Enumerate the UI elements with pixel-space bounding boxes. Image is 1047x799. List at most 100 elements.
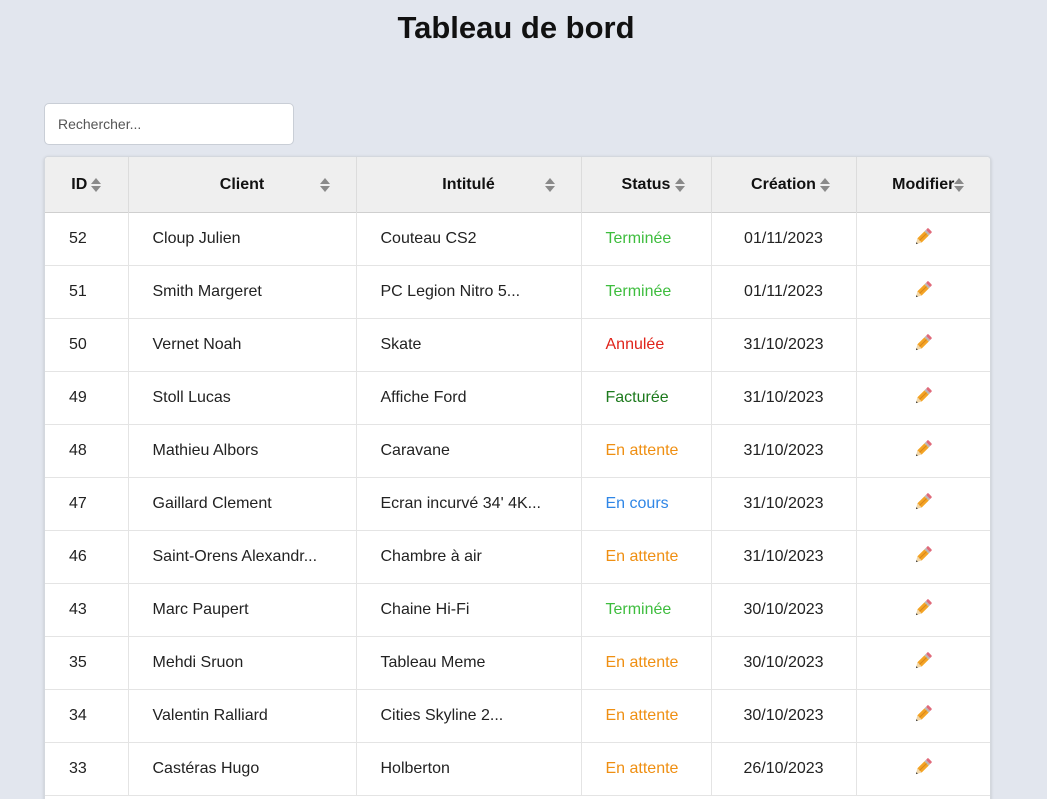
column-header-id[interactable]: ID	[45, 157, 129, 213]
sort-icon[interactable]	[954, 177, 964, 192]
column-header-status[interactable]: Status	[581, 157, 712, 213]
table-row[interactable]: 52 Cloup Julien Couteau CS2 Terminée 01/11/2…	[45, 212, 990, 266]
cell-client: Castéras Hugo	[128, 742, 357, 796]
table-body: 52 Cloup Julien Couteau CS2 Terminée 01/11/2…	[45, 212, 990, 796]
column-header-label: ID	[71, 175, 88, 193]
cell-creation: 30/10/2023	[711, 636, 857, 690]
table-row[interactable]: 43 Marc Paupert Chaine Hi-Fi Terminée 30/10/…	[45, 583, 990, 637]
cell-client: Mehdi Sruon	[128, 636, 357, 690]
table-row[interactable]: 51 Smith Margeret PC Legion Nitro 5... Term…	[45, 265, 990, 319]
cell-intitule: Affiche Ford	[356, 371, 582, 425]
cell-client: Cloup Julien	[128, 212, 357, 266]
table-row[interactable]: 46 Saint-Orens Alexandr... Chambre à air En…	[45, 530, 990, 584]
cell-creation: 31/10/2023	[711, 424, 857, 478]
cell-creation: 30/10/2023	[711, 583, 857, 637]
cell-status: En attente	[581, 636, 712, 690]
pencil-icon[interactable]	[912, 491, 934, 518]
column-header-label: Status	[621, 175, 671, 193]
column-header-client[interactable]: Client	[128, 157, 357, 213]
cell-creation: 31/10/2023	[711, 371, 857, 425]
cell-intitule: Couteau CS2	[356, 212, 582, 266]
cell-modifier	[856, 425, 990, 478]
cell-id: 51	[45, 265, 129, 319]
pencil-icon[interactable]	[912, 226, 934, 253]
dashboard-page: Tableau de bord ID	[0, 0, 1047, 799]
cell-status: En attente	[581, 689, 712, 743]
cell-id: 47	[45, 477, 129, 531]
pencil-icon[interactable]	[912, 703, 934, 730]
cell-client: Gaillard Clement	[128, 477, 357, 531]
cell-creation: 26/10/2023	[711, 742, 857, 796]
cell-id: 49	[45, 371, 129, 425]
pencil-icon[interactable]	[912, 279, 934, 306]
pencil-icon[interactable]	[912, 650, 934, 677]
cell-status: En attente	[581, 742, 712, 796]
cell-client: Marc Paupert	[128, 583, 357, 637]
cell-modifier	[856, 478, 990, 531]
pencil-icon[interactable]	[912, 385, 934, 412]
cell-id: 50	[45, 318, 129, 372]
table-row[interactable]: 50 Vernet Noah Skate Annulée 31/10/2023	[45, 318, 990, 372]
cell-id: 43	[45, 583, 129, 637]
pencil-icon[interactable]	[912, 332, 934, 359]
sort-icon[interactable]	[674, 177, 685, 192]
cell-client: Saint-Orens Alexandr...	[128, 530, 357, 584]
cell-intitule: Chaine Hi-Fi	[356, 583, 582, 637]
cell-id: 34	[45, 689, 129, 743]
cell-intitule: Chambre à air	[356, 530, 582, 584]
cell-creation: 01/11/2023	[711, 265, 857, 319]
cell-intitule: Tableau Meme	[356, 636, 582, 690]
table-row[interactable]: 34 Valentin Ralliard Cities Skyline 2... En…	[45, 689, 990, 743]
cell-intitule: Caravane	[356, 424, 582, 478]
cell-intitule: Holberton	[356, 742, 582, 796]
sort-icon[interactable]	[544, 177, 555, 192]
pencil-icon[interactable]	[912, 544, 934, 571]
cell-id: 52	[45, 212, 129, 266]
column-header-label: Client	[219, 175, 265, 193]
pencil-icon[interactable]	[912, 438, 934, 465]
column-header-label: Création	[751, 175, 816, 193]
cell-intitule: Ecran incurvé 34' 4K...	[356, 477, 582, 531]
cell-id: 48	[45, 424, 129, 478]
cell-creation: 31/10/2023	[711, 318, 857, 372]
column-header-intitule[interactable]: Intitulé	[356, 157, 582, 213]
table-row[interactable]: 49 Stoll Lucas Affiche Ford Facturée 31/10/2…	[45, 371, 990, 425]
sort-icon[interactable]	[91, 177, 102, 192]
cell-modifier	[856, 584, 990, 637]
cell-status: En cours	[581, 477, 712, 531]
pencil-icon[interactable]	[912, 597, 934, 624]
table-row[interactable]: 33 Castéras Hugo Holberton En attente 26/10/…	[45, 742, 990, 796]
search-input[interactable]	[44, 103, 294, 145]
table-row[interactable]: 48 Mathieu Albors Caravane En attente 31/10/…	[45, 424, 990, 478]
column-header-creation[interactable]: Création	[711, 157, 857, 213]
table-row[interactable]: 47 Gaillard Clement Ecran incurvé 34' 4K..…	[45, 477, 990, 531]
table-row[interactable]: 35 Mehdi Sruon Tableau Meme En attente 30/10…	[45, 636, 990, 690]
cell-modifier	[856, 319, 990, 372]
sort-icon[interactable]	[319, 177, 330, 192]
cell-status: Terminée	[581, 265, 712, 319]
cell-modifier	[856, 743, 990, 796]
cell-modifier	[856, 213, 990, 266]
sort-icon[interactable]	[819, 177, 830, 192]
cell-modifier	[856, 637, 990, 690]
cell-client: Valentin Ralliard	[128, 689, 357, 743]
cell-intitule: PC Legion Nitro 5...	[356, 265, 582, 319]
cell-id: 46	[45, 530, 129, 584]
cell-client: Smith Margeret	[128, 265, 357, 319]
column-header-modifier[interactable]: Modifier	[856, 157, 990, 213]
cell-modifier	[856, 690, 990, 743]
cell-status: Annulée	[581, 318, 712, 372]
cell-modifier	[856, 266, 990, 319]
page-title: Tableau de bord	[397, 10, 635, 45]
cell-creation: 01/11/2023	[711, 212, 857, 266]
cell-status: En attente	[581, 530, 712, 584]
cell-client: Mathieu Albors	[128, 424, 357, 478]
column-header-label: Intitulé	[442, 175, 495, 193]
pencil-icon[interactable]	[912, 756, 934, 783]
cell-creation: 31/10/2023	[711, 530, 857, 584]
cell-intitule: Cities Skyline 2...	[356, 689, 582, 743]
cell-id: 33	[45, 742, 129, 796]
cell-modifier	[856, 531, 990, 584]
cell-status: Terminée	[581, 212, 712, 266]
cell-modifier	[856, 372, 990, 425]
